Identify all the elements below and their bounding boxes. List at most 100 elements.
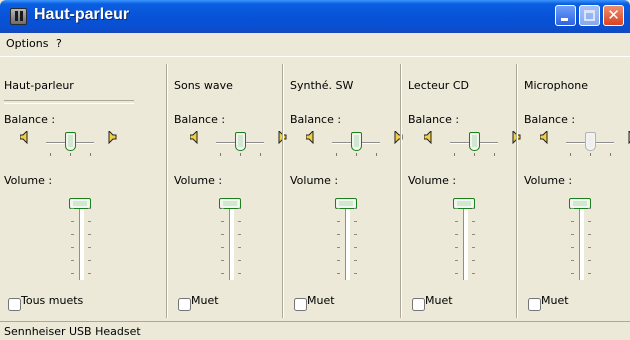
balance-tick <box>50 153 51 156</box>
volume-label: Volume : <box>408 174 457 187</box>
volume-tick <box>472 260 475 261</box>
volume-label: Volume : <box>4 174 53 187</box>
mute-checkbox[interactable] <box>294 298 307 311</box>
window-title: Haut-parleur <box>34 6 130 23</box>
title-bar[interactable]: Haut-parleur ✕ <box>0 0 630 33</box>
channel-title: Sons wave <box>174 79 233 92</box>
mute-checkbox[interactable] <box>8 298 21 311</box>
balance-tick <box>70 153 71 156</box>
volume-tick <box>337 221 340 222</box>
volume-tick <box>455 208 458 209</box>
mute-label: Muet <box>191 294 219 307</box>
balance-tick <box>260 153 261 156</box>
volume-tick <box>71 234 74 235</box>
volume-track <box>229 200 234 280</box>
channel-title: Lecteur CD <box>408 79 469 92</box>
status-bar: Sennheiser USB Headset <box>0 321 630 340</box>
volume-track <box>579 200 584 280</box>
volume-tick <box>337 247 340 248</box>
column-divider <box>282 64 284 318</box>
volume-tick <box>337 273 340 274</box>
volume-tick <box>571 234 574 235</box>
volume-tick <box>221 247 224 248</box>
volume-tick <box>571 247 574 248</box>
volume-tick <box>354 273 357 274</box>
volume-tick <box>588 273 591 274</box>
volume-tick <box>571 273 574 274</box>
close-button[interactable]: ✕ <box>603 5 624 26</box>
channel-title: Haut-parleur <box>4 79 74 92</box>
balance-tick <box>454 153 455 156</box>
balance-slider-thumb[interactable] <box>235 132 246 151</box>
mixer-column: Synthé. SW Balance : Volume : Muet <box>286 58 403 312</box>
volume-tick <box>455 234 458 235</box>
volume-label: Volume : <box>524 174 573 187</box>
status-device-name: Sennheiser USB Headset <box>4 325 141 338</box>
volume-tick <box>354 260 357 261</box>
volume-tick <box>238 273 241 274</box>
balance-tick <box>590 153 591 156</box>
volume-tick <box>221 260 224 261</box>
volume-track <box>79 200 84 280</box>
left-speaker-icon <box>305 129 314 145</box>
menu-bar: Options ? <box>0 34 630 56</box>
maximize-button[interactable] <box>579 5 600 26</box>
volume-tick <box>472 247 475 248</box>
balance-tick <box>494 153 495 156</box>
volume-tick <box>588 208 591 209</box>
minimize-button[interactable] <box>555 5 576 26</box>
mixer-column: Lecteur CD Balance : Volume : Muet <box>404 58 521 312</box>
volume-tick <box>221 273 224 274</box>
close-icon: ✕ <box>607 6 620 24</box>
mute-label: Muet <box>541 294 569 307</box>
volume-track <box>463 200 468 280</box>
volume-tick <box>88 234 91 235</box>
channel-title: Microphone <box>524 79 589 92</box>
menu-separator <box>0 56 630 57</box>
volume-tick <box>337 260 340 261</box>
balance-slider-thumb[interactable] <box>65 132 76 151</box>
right-speaker-icon <box>108 129 117 145</box>
volume-tick <box>238 234 241 235</box>
volume-label: Volume : <box>174 174 223 187</box>
volume-tick <box>238 221 241 222</box>
balance-slider-thumb[interactable] <box>585 132 596 151</box>
mixer-column: Sons wave Balance : Volume : Muet <box>170 58 287 312</box>
volume-tick <box>88 221 91 222</box>
volume-tick <box>354 234 357 235</box>
volume-tick <box>571 260 574 261</box>
balance-tick <box>336 153 337 156</box>
volume-tick <box>472 208 475 209</box>
volume-tick <box>71 260 74 261</box>
left-speaker-icon <box>19 129 28 145</box>
volume-tick <box>354 208 357 209</box>
balance-slider-thumb[interactable] <box>469 132 480 151</box>
volume-tick <box>88 273 91 274</box>
speaker-app-icon[interactable] <box>10 8 27 25</box>
volume-label: Volume : <box>290 174 339 187</box>
mute-checkbox[interactable] <box>528 298 541 311</box>
volume-tick <box>354 247 357 248</box>
channel-title: Synthé. SW <box>290 79 354 92</box>
balance-tick <box>570 153 571 156</box>
mixer-column: Haut-parleur Balance : Volume : Tous mue… <box>0 58 162 312</box>
volume-tick <box>221 234 224 235</box>
balance-tick <box>240 153 241 156</box>
mute-checkbox[interactable] <box>412 298 425 311</box>
volume-tick <box>221 208 224 209</box>
menu-help[interactable]: ? <box>56 37 62 50</box>
left-speaker-icon <box>539 129 548 145</box>
mute-checkbox[interactable] <box>178 298 191 311</box>
balance-tick <box>356 153 357 156</box>
volume-tick <box>88 260 91 261</box>
balance-slider-thumb[interactable] <box>351 132 362 151</box>
balance-label: Balance : <box>524 113 576 126</box>
volume-tick <box>455 273 458 274</box>
menu-options[interactable]: Options <box>6 37 48 50</box>
volume-tick <box>588 247 591 248</box>
volume-tick <box>71 221 74 222</box>
column-divider <box>166 64 168 318</box>
volume-tick <box>455 247 458 248</box>
volume-tick <box>88 208 91 209</box>
volume-tick <box>571 221 574 222</box>
